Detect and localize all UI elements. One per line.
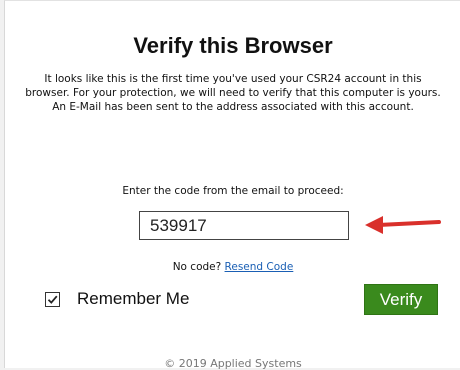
- checkmark-icon: [47, 295, 58, 304]
- footer-copyright: © 2019 Applied Systems: [164, 357, 302, 370]
- no-code-text: No code?: [172, 261, 222, 273]
- red-arrow-icon: [365, 216, 441, 234]
- verify-button[interactable]: Verify: [364, 284, 438, 315]
- remember-me-row[interactable]: Remember Me: [45, 288, 189, 310]
- code-input[interactable]: [139, 211, 349, 240]
- description-text: It looks like this is the first time you…: [25, 73, 441, 113]
- no-code-line: No code? Resend Code: [5, 261, 460, 273]
- resend-code-link[interactable]: Resend Code: [225, 261, 294, 273]
- remember-me-label: Remember Me: [77, 289, 190, 308]
- verify-card: Verify this Browser It looks like this i…: [4, 0, 460, 370]
- code-prompt: Enter the code from the email to proceed…: [122, 185, 344, 197]
- remember-me-checkbox[interactable]: [45, 291, 60, 307]
- page-title: Verify this Browser: [133, 33, 333, 58]
